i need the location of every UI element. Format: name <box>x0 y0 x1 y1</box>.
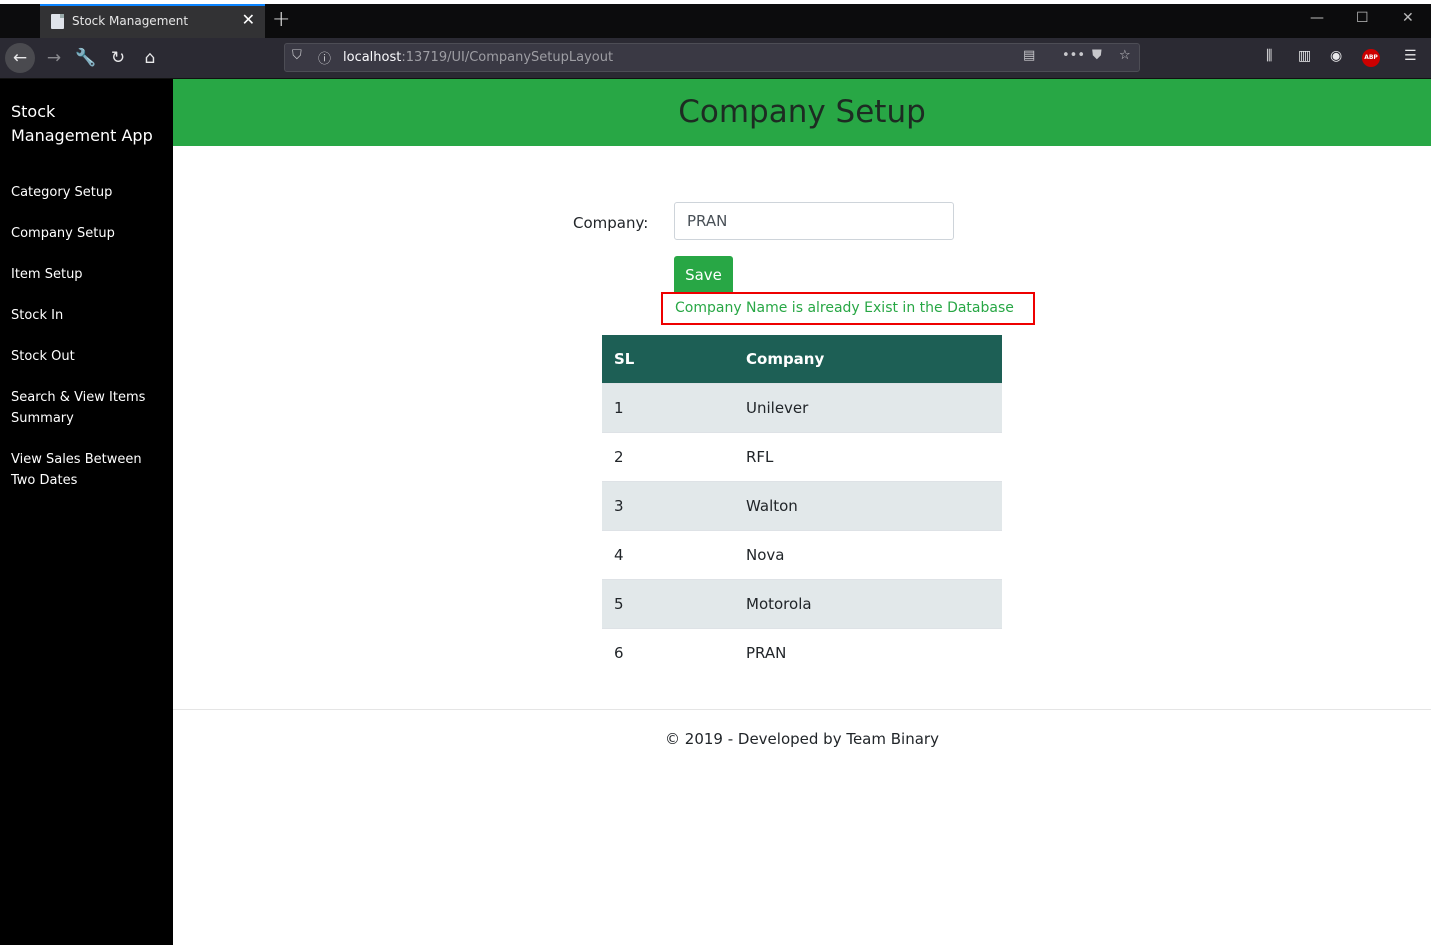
library-icon[interactable]: ⫼ <box>1266 48 1272 64</box>
validation-message: Company Name is already Exist in the Dat… <box>661 292 1035 325</box>
cell-company: Nova <box>734 530 1002 580</box>
cell-sl: 2 <box>602 432 734 482</box>
url-text[interactable]: localhost:13719/UI/CompanySetupLayout <box>343 50 613 65</box>
reload-icon[interactable]: ↻ <box>106 43 130 73</box>
pocket-icon[interactable]: ⛊ <box>1092 48 1102 63</box>
table-row: 4 Nova <box>602 530 1002 580</box>
tab-bar: Stock Management ✕ + — ☐ ✕ <box>0 4 1431 38</box>
table-row: 2 RFL <box>602 432 1002 482</box>
close-tab-icon[interactable]: ✕ <box>242 10 255 29</box>
table-row: 6 PRAN <box>602 628 1002 677</box>
app-brand[interactable]: Stock Management App <box>11 100 161 148</box>
account-icon[interactable]: ◉ <box>1330 48 1342 64</box>
page-title: Company Setup <box>678 94 926 130</box>
nav-stock-out[interactable]: Stock Out <box>11 346 166 367</box>
minimize-icon[interactable]: — <box>1310 10 1324 26</box>
more-icon[interactable]: ••• <box>1062 48 1085 63</box>
column-header-company: Company <box>734 335 1002 384</box>
cell-company: Motorola <box>734 579 1002 629</box>
footer-text: © 2019 - Developed by Team Binary <box>665 730 939 748</box>
forward-icon[interactable]: → <box>42 43 66 73</box>
table-row: 5 Motorola <box>602 579 1002 629</box>
table-row: 3 Walton <box>602 481 1002 531</box>
table-header-row: SL Company <box>602 335 1002 384</box>
nav-stock-in[interactable]: Stock In <box>11 305 166 326</box>
sidebar: Stock Management App Category Setup Comp… <box>0 79 173 945</box>
cell-company: Unilever <box>734 383 1002 433</box>
company-label: Company: <box>573 214 649 232</box>
wrench-icon[interactable]: 🔧 <box>74 43 98 73</box>
cell-company: Walton <box>734 481 1002 531</box>
shield-icon[interactable]: ⛉ <box>292 48 302 63</box>
tab-title: Stock Management <box>72 14 189 28</box>
cell-sl: 6 <box>602 628 734 677</box>
nav-company-setup[interactable]: Company Setup <box>11 223 166 244</box>
cell-company: RFL <box>734 432 1002 482</box>
footer-divider <box>173 709 1431 710</box>
company-input[interactable] <box>674 202 954 240</box>
cell-sl: 4 <box>602 530 734 580</box>
browser-toolbar: ← → 🔧 ↻ ⌂ ⛉ ⓘ localhost:13719/UI/Company… <box>0 38 1431 79</box>
bookmark-star-icon[interactable]: ☆ <box>1119 48 1131 63</box>
home-icon[interactable]: ⌂ <box>138 43 162 73</box>
sidebar-icon[interactable]: ▥ <box>1298 48 1311 64</box>
main-content: Company Setup Company: Save Company Name… <box>173 79 1431 945</box>
table-row: 1 Unilever <box>602 383 1002 433</box>
close-window-icon[interactable]: ✕ <box>1402 10 1414 26</box>
reader-view-icon[interactable]: ▤ <box>1023 48 1035 63</box>
adblock-icon[interactable]: ABP <box>1362 49 1380 67</box>
nav-category-setup[interactable]: Category Setup <box>11 182 166 203</box>
nav-search-view-items[interactable]: Search & View Items Summary <box>11 387 166 429</box>
cell-sl: 5 <box>602 579 734 629</box>
info-icon[interactable]: ⓘ <box>318 48 331 67</box>
nav-view-sales[interactable]: View Sales Between Two Dates <box>11 449 166 491</box>
cell-company: PRAN <box>734 628 1002 677</box>
nav-item-setup[interactable]: Item Setup <box>11 264 166 285</box>
cell-sl: 1 <box>602 383 734 433</box>
page-header: Company Setup <box>173 79 1431 146</box>
maximize-icon[interactable]: ☐ <box>1356 10 1369 26</box>
page-icon <box>51 14 64 29</box>
menu-icon[interactable]: ☰ <box>1404 48 1417 64</box>
new-tab-icon[interactable]: + <box>272 7 290 32</box>
browser-tab[interactable]: Stock Management ✕ <box>40 4 265 38</box>
save-button[interactable]: Save <box>674 256 733 294</box>
column-header-sl: SL <box>602 335 734 384</box>
url-bar[interactable]: ⛉ ⓘ localhost:13719/UI/CompanySetupLayou… <box>284 43 1140 72</box>
company-table: SL Company 1 Unilever 2 RFL 3 Walton 4 N… <box>602 335 1002 677</box>
back-icon[interactable]: ← <box>5 43 35 73</box>
cell-sl: 3 <box>602 481 734 531</box>
